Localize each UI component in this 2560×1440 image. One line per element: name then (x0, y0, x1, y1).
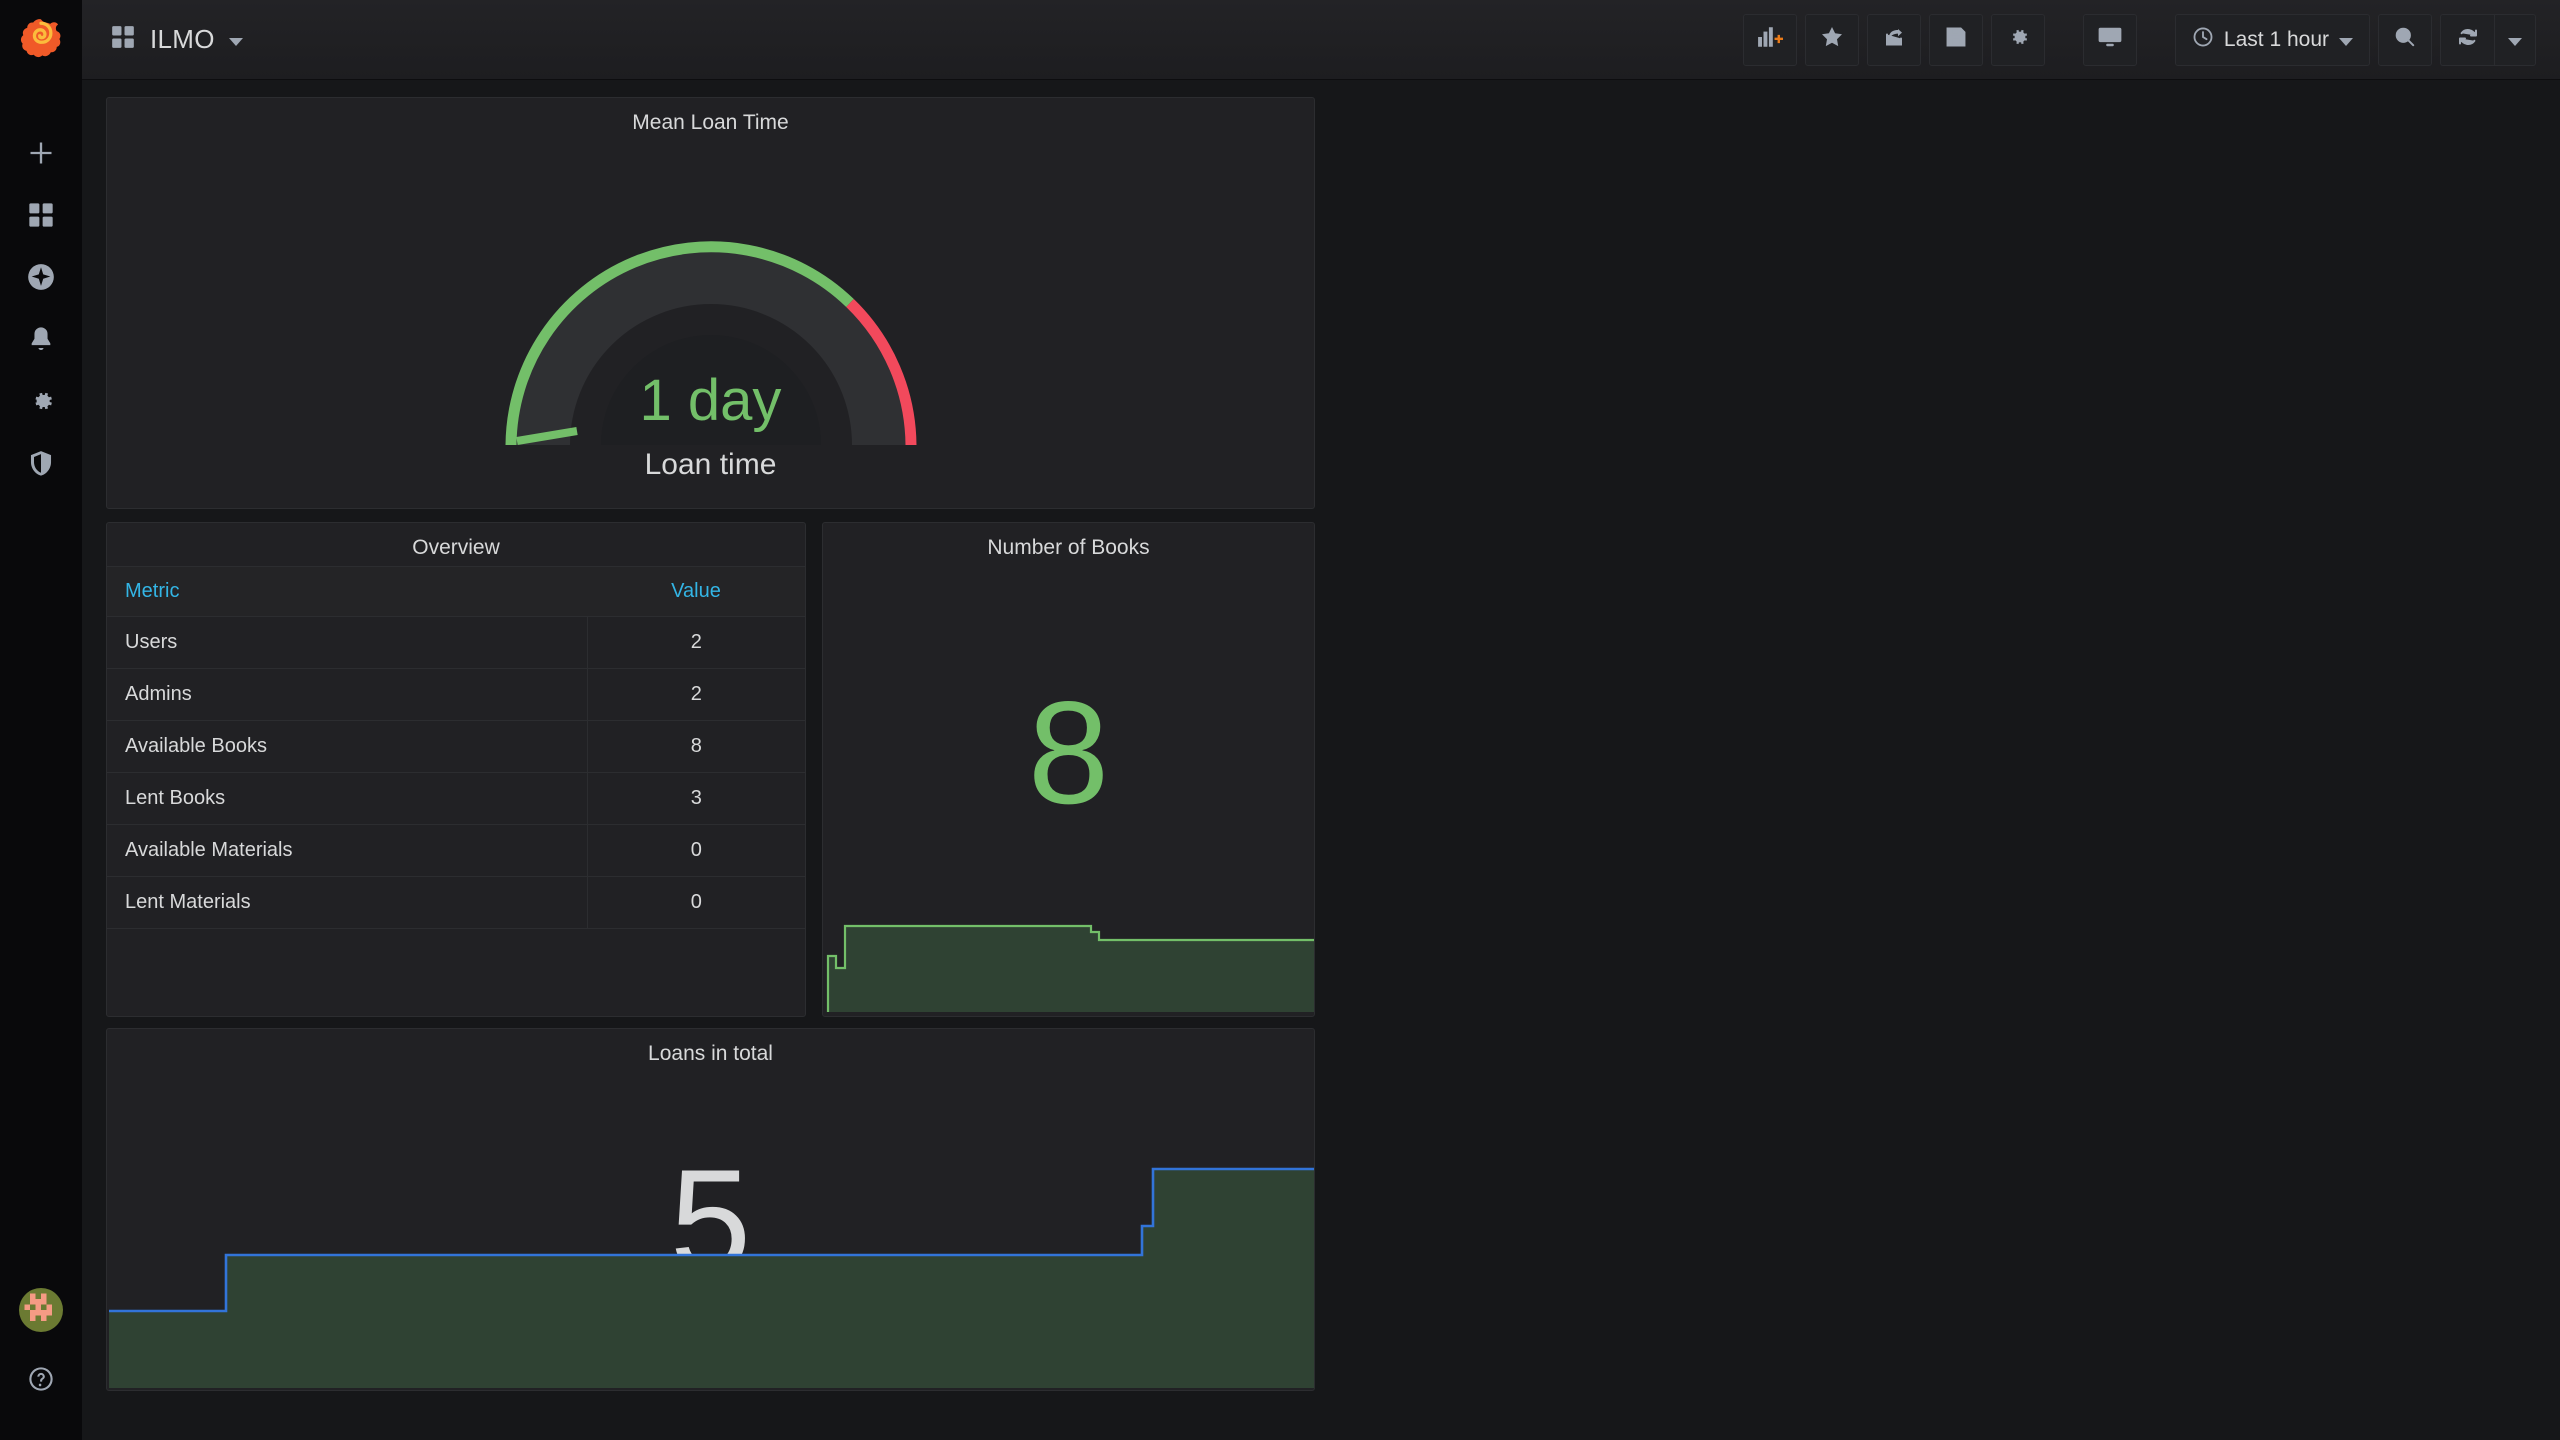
add-panel-button[interactable] (1742, 13, 1797, 66)
table-header-row: Metric Value (107, 566, 805, 617)
cell-value: 3 (586, 772, 805, 825)
avatar[interactable] (19, 1288, 63, 1332)
share-dashboard-button[interactable] (1866, 13, 1921, 66)
plus-icon (27, 139, 55, 172)
cell-metric: Lent Materials (107, 876, 587, 929)
panel-title[interactable]: Loans in total (107, 1029, 1314, 1066)
table-row: Admins 2 (107, 668, 805, 721)
bell-icon (27, 325, 55, 358)
table-row: Users 2 (107, 616, 805, 669)
panel-number-of-books: Number of Books 8 (822, 522, 1315, 1017)
dashboard-settings-button[interactable] (1990, 13, 2045, 66)
singlestat-number-of-books: 8 (823, 560, 1314, 1012)
panel-mean-loan-time: Mean Loan Time 1 day Loan time (106, 97, 1315, 509)
page-title: ILMO (150, 24, 215, 54)
panel-title[interactable]: Mean Loan Time (107, 98, 1314, 135)
cell-value: 0 (586, 824, 805, 877)
sidebar-item-dashboards[interactable] (0, 186, 82, 248)
column-header-metric[interactable]: Metric (107, 566, 587, 617)
gear-icon (27, 387, 55, 420)
save-icon (1944, 25, 1968, 54)
cycle-view-mode-button[interactable] (2082, 13, 2137, 66)
mark-favorite-button[interactable] (1804, 13, 1859, 66)
refresh-controls (2440, 13, 2536, 66)
table-row: Lent Materials 0 (107, 876, 805, 929)
time-range-picker[interactable]: Last 1 hour (2174, 13, 2370, 66)
sidebar-item-alerting[interactable] (0, 310, 82, 372)
add-panel-icon (1757, 24, 1783, 55)
sparkline-loans-in-total (109, 1167, 1314, 1388)
cell-value: 8 (586, 720, 805, 773)
top-navbar: ILMO Last 1 hour (82, 0, 2560, 80)
save-dashboard-button[interactable] (1928, 13, 1983, 66)
sparkline-number-of-books (826, 924, 1314, 1012)
cell-metric: Available Books (107, 720, 587, 773)
clock-icon (2192, 26, 2214, 54)
column-header-value[interactable]: Value (587, 566, 805, 617)
chevron-down-icon (2508, 37, 2522, 46)
dashboard-canvas: Mean Loan Time 1 day Loan time Overview (82, 80, 2560, 1440)
refresh-interval-button[interactable] (2494, 13, 2536, 66)
gauge-label: Loan time (644, 448, 777, 481)
table-head: Metric Value (107, 566, 805, 617)
share-icon (1882, 25, 1906, 54)
panel-title[interactable]: Number of Books (823, 523, 1314, 560)
main-sidebar (0, 0, 82, 1440)
singlestat-loans-in-total: 5 (107, 1066, 1314, 1388)
table-row: Available Books 8 (107, 720, 805, 773)
cell-value: 2 (586, 616, 805, 669)
dashboard-title-breadcrumb[interactable]: ILMO (82, 24, 243, 55)
monitor-icon (2097, 24, 2123, 55)
zoom-out-button[interactable] (2378, 13, 2432, 66)
cell-metric: Available Materials (107, 824, 587, 877)
panel-overview: Overview Metric Value Users 2 Admins 2 A… (106, 522, 806, 1017)
sidebar-bottom-nav (0, 1288, 82, 1440)
chevron-down-icon[interactable] (228, 37, 243, 46)
overview-table: Metric Value Users 2 Admins 2 Available … (107, 566, 805, 929)
gauge-value: 1 day (639, 368, 782, 433)
sidebar-item-server-admin[interactable] (0, 434, 82, 496)
grafana-logo-button[interactable] (0, 0, 82, 82)
gear-icon (2006, 25, 2030, 54)
refresh-button[interactable] (2440, 13, 2494, 66)
chevron-down-icon (2339, 37, 2353, 46)
dashboards-icon (27, 201, 55, 234)
sidebar-item-explore[interactable] (0, 248, 82, 310)
panel-title[interactable]: Overview (107, 523, 805, 560)
table-row: Lent Books 3 (107, 772, 805, 825)
dashboards-icon (110, 24, 136, 55)
cell-value: 2 (586, 668, 805, 721)
shield-icon (27, 449, 55, 482)
refresh-icon (2456, 25, 2480, 54)
sidebar-item-create[interactable] (0, 124, 82, 186)
search-minus-icon (2393, 25, 2417, 54)
gauge-chart: 1 day Loan time (107, 135, 1314, 491)
stat-value: 8 (1027, 671, 1110, 834)
cell-value: 0 (586, 876, 805, 929)
star-icon (1820, 25, 1844, 54)
time-range-label: Last 1 hour (2223, 27, 2329, 51)
table-row: Available Materials 0 (107, 824, 805, 877)
cell-metric: Admins (107, 668, 587, 721)
sidebar-item-help[interactable] (0, 1350, 82, 1412)
cell-metric: Users (107, 616, 587, 669)
toolbar-actions: Last 1 hour (1742, 13, 2560, 66)
sidebar-item-configuration[interactable] (0, 372, 82, 434)
grafana-logo-icon (20, 18, 62, 65)
table-body: Users 2 Admins 2 Available Books 8 Lent … (107, 616, 805, 929)
question-circle-icon (27, 1365, 55, 1398)
cell-metric: Lent Books (107, 772, 587, 825)
sidebar-top-nav (0, 124, 82, 496)
compass-icon (27, 263, 55, 296)
panel-loans-in-total: Loans in total 5 (106, 1028, 1315, 1391)
